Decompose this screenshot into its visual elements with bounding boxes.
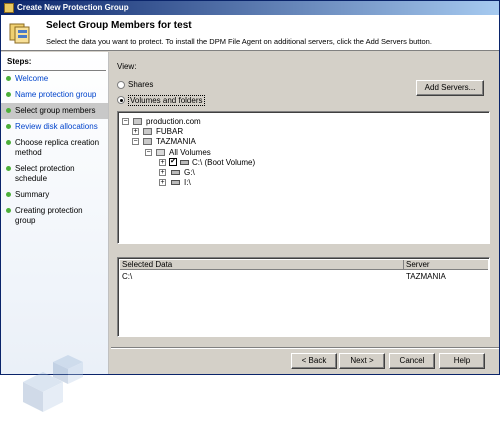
page-title: Select Group Members for test (46, 20, 192, 31)
step-summary: Summary (1, 187, 108, 203)
step-status-dot-icon (6, 92, 11, 97)
expand-icon[interactable]: + (132, 128, 139, 135)
wizard-footer: < Back Next > Cancel Help (111, 347, 499, 374)
steps-panel: Steps: Welcome Name protection group Sel… (1, 52, 109, 412)
shares-radio[interactable]: Shares (117, 80, 217, 91)
step-label: Review disk allocations (15, 122, 98, 131)
tree-label-volume: C:\ (Boot Volume) (192, 158, 256, 167)
step-label: Welcome (15, 74, 49, 83)
step-label: Choose replica creation method (15, 138, 100, 157)
collapse-icon[interactable]: − (122, 118, 129, 125)
app-icon (4, 3, 14, 13)
help-button-label: Help (453, 356, 471, 365)
help-button[interactable]: Help (439, 353, 485, 369)
table-cell-selected-data[interactable]: C:\ (122, 272, 132, 281)
back-button-label: < Back (301, 356, 327, 365)
main-content: View: Shares Volumes and folders Add Ser… (113, 52, 497, 344)
table-cell-server[interactable]: TAZMANIA (406, 272, 446, 281)
cancel-button-label: Cancel (399, 356, 425, 365)
data-source-tree[interactable]: − production.com + FUBAR − TAZMANIA − Al… (117, 111, 490, 244)
domain-icon (133, 118, 142, 125)
expand-icon[interactable]: + (159, 179, 166, 186)
step-status-dot-icon (6, 124, 11, 129)
cancel-button[interactable]: Cancel (389, 353, 435, 369)
tree-label-server: FUBAR (156, 127, 184, 136)
step-label: Name protection group (15, 90, 97, 99)
step-name-protection-group[interactable]: Name protection group (1, 87, 108, 103)
next-button-label: Next > (350, 356, 374, 365)
title-bar[interactable]: Create New Protection Group (1, 1, 499, 15)
server-icon (143, 138, 152, 145)
decorative-cubes-graphic (23, 355, 83, 412)
step-choose-replica-creation-method: Choose replica creation method (1, 135, 108, 161)
next-button[interactable]: Next > (339, 353, 385, 369)
tree-label-volume: I:\ (184, 178, 191, 187)
page-description: Select the data you want to protect. To … (46, 37, 432, 46)
step-select-protection-schedule: Select protection schedule (1, 161, 108, 187)
step-status-dot-icon (6, 108, 11, 113)
server-icon (143, 128, 152, 135)
table-header: Selected Data Server (120, 260, 488, 270)
step-status-dot-icon (6, 166, 11, 171)
step-select-group-members[interactable]: Select group members (1, 103, 108, 119)
drive-icon (171, 170, 180, 175)
drive-icon (171, 180, 180, 185)
protection-group-icon (9, 23, 30, 44)
tree-label-all-volumes: All Volumes (169, 148, 211, 157)
collapse-icon[interactable]: − (132, 138, 139, 145)
steps-title: Steps: (3, 52, 106, 71)
step-label: Creating protection group (15, 206, 83, 225)
column-header-selected-data[interactable]: Selected Data (120, 260, 404, 270)
tree-label-volume: G:\ (184, 168, 195, 177)
step-welcome[interactable]: Welcome (1, 71, 108, 87)
volume-c-checkbox[interactable]: ✔ (169, 158, 177, 166)
step-review-disk-allocations[interactable]: Review disk allocations (1, 119, 108, 135)
volumes-and-folders-radio[interactable]: Volumes and folders (117, 95, 217, 106)
selected-data-table: Selected Data Server C:\ TAZMANIA (117, 257, 490, 337)
step-status-dot-icon (6, 76, 11, 81)
step-status-dot-icon (6, 192, 11, 197)
window-title: Create New Protection Group (17, 3, 129, 12)
step-label: Select protection schedule (15, 164, 75, 183)
radio-button-off (117, 81, 125, 89)
tree-label-domain: production.com (146, 117, 201, 126)
step-creating-protection-group: Creating protection group (1, 203, 108, 229)
back-button[interactable]: < Back (291, 353, 337, 369)
wizard-window: Create New Protection Group Select Group… (0, 0, 500, 412)
tree-label-server: TAZMANIA (156, 137, 196, 146)
step-label: Summary (15, 190, 50, 199)
collapse-icon[interactable]: − (145, 149, 152, 156)
volumes-and-folders-radio-label: Volumes and folders (128, 95, 205, 106)
drive-icon (180, 160, 189, 165)
expand-icon[interactable]: + (159, 159, 166, 166)
add-servers-button[interactable]: Add Servers... (416, 80, 484, 96)
step-status-dot-icon (6, 140, 11, 145)
expand-icon[interactable]: + (159, 169, 166, 176)
step-status-dot-icon (6, 208, 11, 213)
column-header-server[interactable]: Server (404, 260, 488, 270)
shares-radio-label: Shares (128, 80, 154, 89)
volumes-icon (156, 149, 165, 156)
wizard-header: Select Group Members for test Select the… (1, 15, 499, 51)
radio-button-on (117, 96, 125, 104)
view-label: View: (117, 62, 137, 71)
step-label: Select group members (15, 106, 96, 115)
